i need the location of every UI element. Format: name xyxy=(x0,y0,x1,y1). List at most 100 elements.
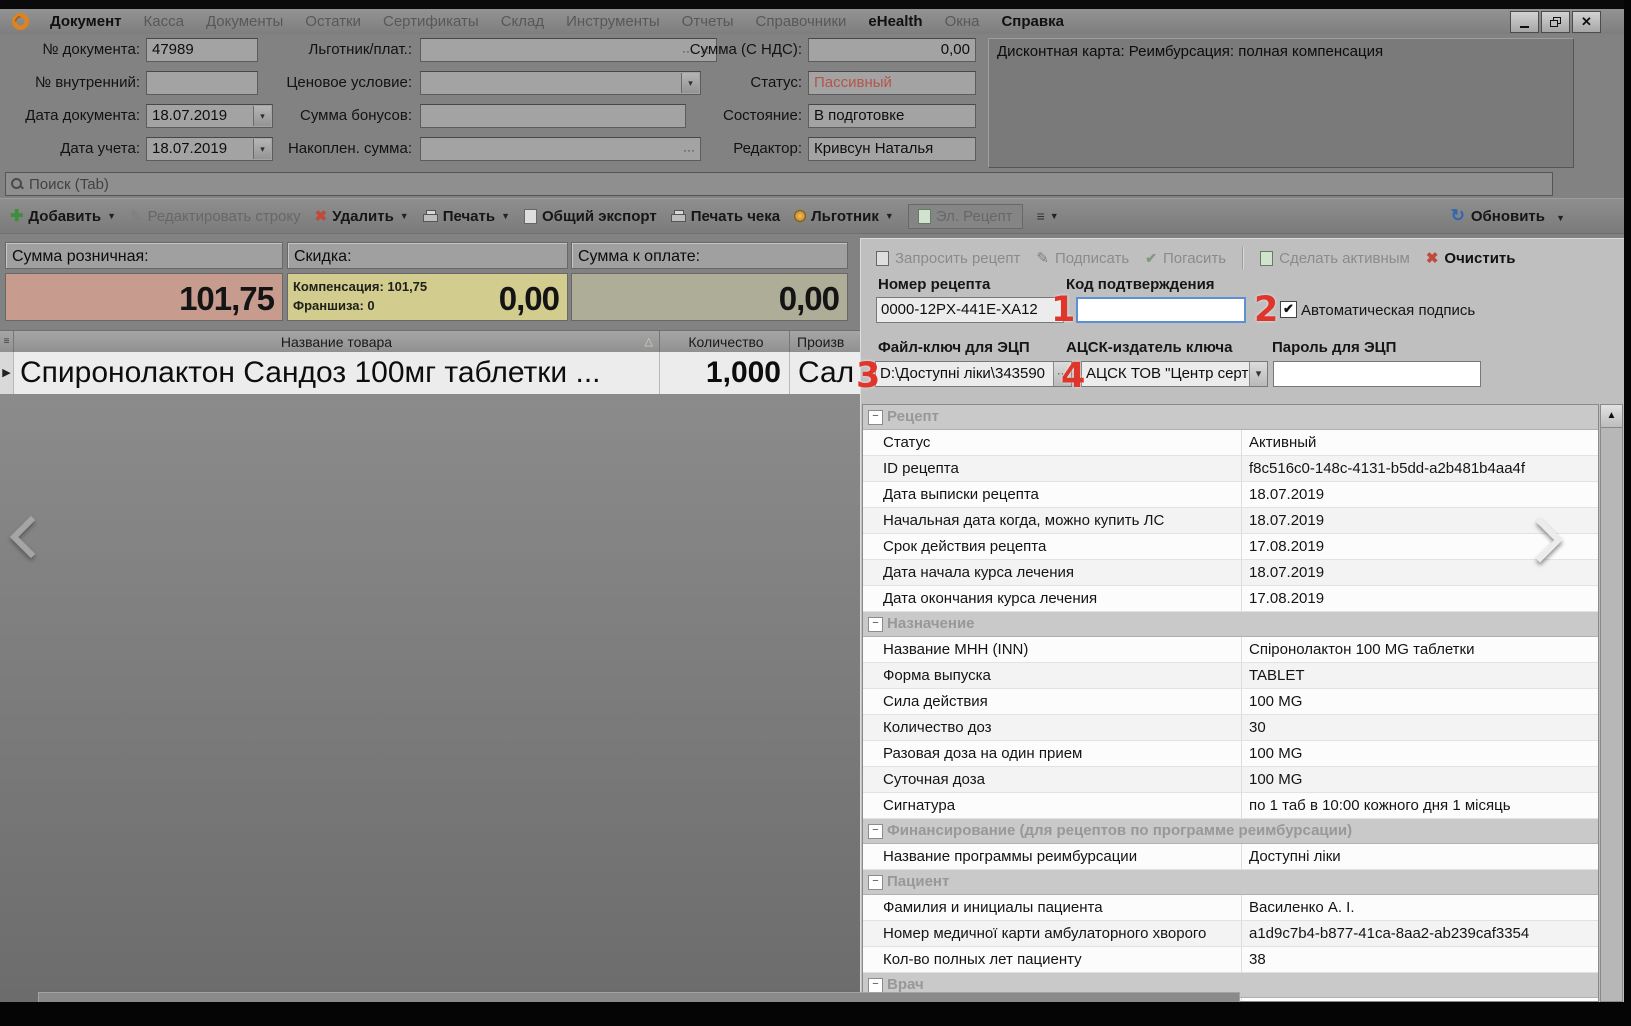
refresh-icon: ↻ xyxy=(1451,206,1465,226)
annotation-1: 1 xyxy=(1051,290,1075,330)
field-text[interactable]: Кривсун Наталья xyxy=(808,137,976,161)
collapse-icon[interactable]: − xyxy=(868,875,883,890)
acsk-select[interactable]: АЦСК ТОВ "Центр серти ▾ xyxy=(1081,361,1268,387)
discount-note-box: Дисконтная карта: Реимбурсация: полная к… xyxy=(988,38,1574,168)
toolbar-button-Редактировать строку[interactable]: ✎Редактировать строку xyxy=(130,207,301,225)
grid-row[interactable]: Дата начала курса лечения18.07.2019 xyxy=(863,560,1598,586)
grid-row[interactable]: Кол-во полных лет пациенту38 xyxy=(863,947,1598,973)
field-status[interactable]: Пассивный xyxy=(808,71,976,95)
menu-item-ehealth[interactable]: eHealth xyxy=(857,9,933,34)
grid-row[interactable]: Сила действия100 MG xyxy=(863,689,1598,715)
grid-group-header[interactable]: −Рецепт xyxy=(863,405,1598,430)
toolbar-button-Печать[interactable]: Печать▼ xyxy=(423,208,510,225)
refresh-button[interactable]: ↻ Обновить xyxy=(1451,199,1545,233)
toolbar-button-Добавить[interactable]: ✚Добавить▼ xyxy=(10,206,116,226)
grid-row[interactable]: ID рецептаf8c516c0-148c-4131-b5dd-a2b481… xyxy=(863,456,1598,482)
auto-sign-checkbox[interactable]: ✔ xyxy=(1280,301,1297,318)
discount-value-box: Компенсация: 101,75 Франшиза: 0 0,00 xyxy=(287,273,568,321)
grid-row[interactable]: Разовая доза на один прием100 MG xyxy=(863,741,1598,767)
grid-scrollbar[interactable]: ▲ xyxy=(1600,404,1623,1002)
recipe-action-Подписать[interactable]: ✎Подписать xyxy=(1036,249,1129,267)
grid-row[interactable]: Номер медичної карти амбулаторного хворо… xyxy=(863,921,1598,947)
scroll-up-icon[interactable]: ▲ xyxy=(1601,405,1622,428)
menu-item-документы[interactable]: Документы xyxy=(195,9,294,34)
grid-row[interactable]: СтатусАктивный xyxy=(863,430,1598,456)
password-input[interactable] xyxy=(1273,361,1481,387)
grid-row[interactable]: Начальная дата когда, можно купить ЛС18.… xyxy=(863,508,1598,534)
field-label: Сумма (С НДС): xyxy=(666,41,802,58)
column-header-qty[interactable]: Количество xyxy=(663,331,790,353)
menu-item-инструменты[interactable]: Инструменты xyxy=(555,9,671,34)
grid-row[interactable]: Суточная доза100 MG xyxy=(863,767,1598,793)
collapse-icon[interactable]: − xyxy=(868,410,883,425)
collapse-icon[interactable]: − xyxy=(868,978,883,993)
grid-row[interactable]: Название МНН (INN)Спіронолактон 100 MG т… xyxy=(863,637,1598,663)
toolbar-button-Общий экспорт[interactable]: Общий экспорт xyxy=(524,208,657,225)
field-select[interactable]: ▾ xyxy=(420,71,701,95)
grid-group-title: Врач xyxy=(887,976,924,993)
toolbar-button-Эл. Рецепт[interactable]: Эл. Рецепт xyxy=(908,204,1023,229)
beneficiary-icon xyxy=(794,210,806,222)
grid-row-value: по 1 таб в 10:00 кожного дня 1 місяць xyxy=(1241,793,1598,818)
toolbar-button-Льготник[interactable]: Льготник▼ xyxy=(794,208,894,225)
field-text[interactable]: В подготовке xyxy=(808,104,976,128)
field-text[interactable] xyxy=(420,104,686,128)
search-bar[interactable]: Поиск (Tab) xyxy=(5,172,1553,196)
recipe-number-label: Номер рецепта xyxy=(878,276,990,293)
menu-item-отчеты[interactable]: Отчеты xyxy=(671,9,745,34)
menu-item-сертификаты[interactable]: Сертификаты xyxy=(372,9,490,34)
menu-item-касса[interactable]: Касса xyxy=(133,9,195,34)
recipe-action-Очистить[interactable]: ✖Очистить xyxy=(1426,249,1516,267)
toolbar-button-Удалить[interactable]: ✖Удалить▼ xyxy=(315,207,409,225)
confirm-code-input[interactable] xyxy=(1076,297,1246,323)
menu-item-окна[interactable]: Окна xyxy=(934,9,991,34)
refresh-label: Обновить xyxy=(1471,208,1545,225)
menu-item-склад[interactable]: Склад xyxy=(490,9,555,34)
close-icon: ✕ xyxy=(1581,14,1592,30)
field-num[interactable]: 0,00 xyxy=(808,38,976,62)
menu-item-справочники[interactable]: Справочники xyxy=(745,9,858,34)
recipe-action-label: Погасить xyxy=(1163,250,1226,267)
grid-row[interactable]: Название программы реимбурсацииДоступні … xyxy=(863,844,1598,870)
minimize-button[interactable] xyxy=(1510,11,1539,33)
recipe-action-Запросить рецепт[interactable]: Запросить рецепт xyxy=(876,250,1020,267)
menu-item-справка[interactable]: Справка xyxy=(990,9,1074,34)
grid-row[interactable]: Количество доз30 xyxy=(863,715,1598,741)
grid-group-title: Финансирование (для рецептов по программ… xyxy=(887,822,1352,839)
collapse-icon[interactable]: − xyxy=(868,617,883,632)
item-row[interactable]: ▶ Спиронолактон Сандоз 100мг таблетки ..… xyxy=(0,352,862,395)
recipe-action-label: Запросить рецепт xyxy=(895,250,1020,267)
recipe-action-Сделать активным[interactable]: Сделать активным xyxy=(1260,250,1410,267)
column-header-name[interactable]: Название товара △ xyxy=(14,331,660,353)
grid-row-value: 38 xyxy=(1241,947,1598,972)
grid-row-name: Дата выписки рецепта xyxy=(863,482,1241,507)
toolbar-button-Печать чека[interactable]: Печать чека xyxy=(671,208,780,225)
toolbar-button-menu[interactable]: ≡▼ xyxy=(1037,208,1059,224)
field-ellipsis[interactable]: ··· xyxy=(420,137,701,161)
field-label: № внутренний: xyxy=(0,74,140,91)
pencil-icon: ✎ xyxy=(130,207,143,225)
grid-row[interactable]: Фамилия и инициалы пациентаВасиленко А. … xyxy=(863,895,1598,921)
recipe-action-Погасить[interactable]: ✔Погасить xyxy=(1145,250,1226,267)
grid-row-name: Количество доз xyxy=(863,715,1241,740)
right-letterbox xyxy=(1624,0,1631,1026)
grid-row[interactable]: Форма выпускаTABLET xyxy=(863,663,1598,689)
column-header-producer[interactable]: Произв xyxy=(793,331,862,353)
grid-group-header[interactable]: −Пациент xyxy=(863,870,1598,895)
acsk-dropdown-icon[interactable]: ▾ xyxy=(1249,362,1267,386)
grid-row[interactable]: Дата окончания курса лечения17.08.2019 xyxy=(863,586,1598,612)
toolbar-overflow-arrow[interactable]: ▼ xyxy=(1556,213,1565,223)
restore-button[interactable] xyxy=(1541,11,1570,33)
grid-row[interactable]: Дата выписки рецепта18.07.2019 xyxy=(863,482,1598,508)
grid-group-header[interactable]: −Назначение xyxy=(863,612,1598,637)
key-file-input[interactable]: D:\Доступні ліки\343590 ··· xyxy=(875,361,1072,387)
menu-item-остатки[interactable]: Остатки xyxy=(294,9,372,34)
grid-group-header[interactable]: −Финансирование (для рецептов по програм… xyxy=(863,819,1598,844)
menu-item-документ[interactable]: Документ xyxy=(39,9,133,34)
collapse-icon[interactable]: − xyxy=(868,824,883,839)
grid-row[interactable]: Срок действия рецепта17.08.2019 xyxy=(863,534,1598,560)
recipe-number-input[interactable]: 0000-12PX-441E-XA12 xyxy=(876,297,1064,323)
grid-row[interactable]: Сигнатурапо 1 таб в 10:00 кожного дня 1 … xyxy=(863,793,1598,819)
close-button[interactable]: ✕ xyxy=(1572,11,1601,33)
retail-sum-header: Сумма розничная: xyxy=(5,242,283,269)
